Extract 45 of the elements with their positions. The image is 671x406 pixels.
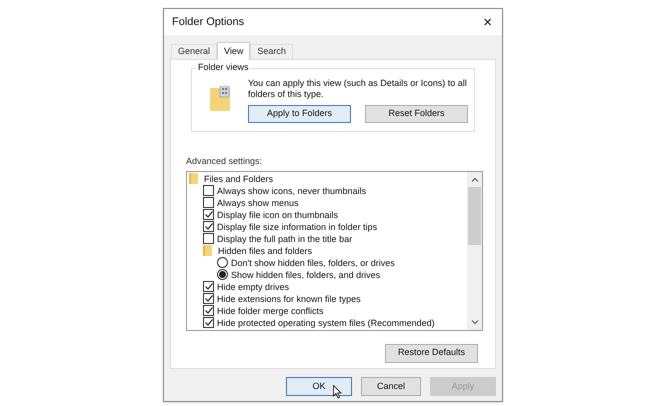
- checkbox[interactable]: [203, 185, 214, 196]
- dialog-button[interactable]: OK: [286, 377, 352, 396]
- window-title: Folder Options: [172, 14, 244, 30]
- section-label: Advanced settings:: [186, 155, 264, 168]
- option-label: Display the full path in the title bar: [217, 232, 352, 244]
- folder-with-grid-icon: [210, 86, 230, 111]
- group-title: Folder views: [196, 63, 251, 72]
- checkbox[interactable]: [203, 209, 214, 220]
- option-label: Hide empty drives: [217, 280, 290, 292]
- option-label: Hide extensions for known file types: [217, 292, 361, 304]
- scrollbar[interactable]: [467, 172, 482, 330]
- tree-group-label: Files and Folders: [204, 172, 274, 184]
- checkbox[interactable]: [203, 317, 214, 328]
- option-label: Always show icons, never thumbnails: [217, 184, 366, 196]
- option-label: Always show menus: [217, 196, 299, 208]
- tab[interactable]: General: [171, 44, 218, 59]
- action-button[interactable]: Apply to Folders: [248, 105, 351, 123]
- checkbox[interactable]: [203, 221, 214, 232]
- scroll-down-icon[interactable]: [470, 320, 478, 324]
- option-label: Don't show hidden files, folders, or drives: [231, 256, 395, 268]
- radio-button[interactable]: [217, 257, 228, 268]
- option-label: Show hidden files, folders, and drives: [231, 268, 380, 280]
- scroll-up-icon[interactable]: [470, 176, 478, 182]
- mouse-cursor-icon: [333, 385, 342, 399]
- close-button[interactable]: ×: [483, 14, 492, 30]
- scrollbar-thumb[interactable]: [468, 186, 481, 244]
- folder-views-description: You can apply this view (such as Details or Icons) to all folders of this type.: [248, 78, 468, 100]
- checkbox[interactable]: [203, 233, 214, 244]
- folder-icon: [189, 173, 198, 184]
- action-button[interactable]: Reset Folders: [365, 105, 468, 123]
- option-label: Hide protected operating system files (Recommended): [217, 316, 435, 328]
- dialog-button[interactable]: Cancel: [361, 377, 421, 396]
- tab[interactable]: View: [217, 42, 250, 60]
- radio-button[interactable]: [217, 269, 228, 280]
- option-label: Display file size information in folder tips: [217, 220, 378, 232]
- checkbox[interactable]: [203, 305, 214, 316]
- tree-group-label: Hidden files and folders: [218, 244, 312, 256]
- checkbox[interactable]: [203, 281, 214, 292]
- option-label: Hide folder merge conflicts: [217, 304, 324, 316]
- restore-defaults-button[interactable]: Restore Defaults: [385, 344, 478, 362]
- folder-icon: [203, 245, 212, 256]
- checkbox[interactable]: [203, 197, 214, 208]
- checkbox[interactable]: [203, 293, 214, 304]
- option-label: Display file icon on thumbnails: [217, 208, 338, 220]
- tab[interactable]: Search: [250, 44, 293, 59]
